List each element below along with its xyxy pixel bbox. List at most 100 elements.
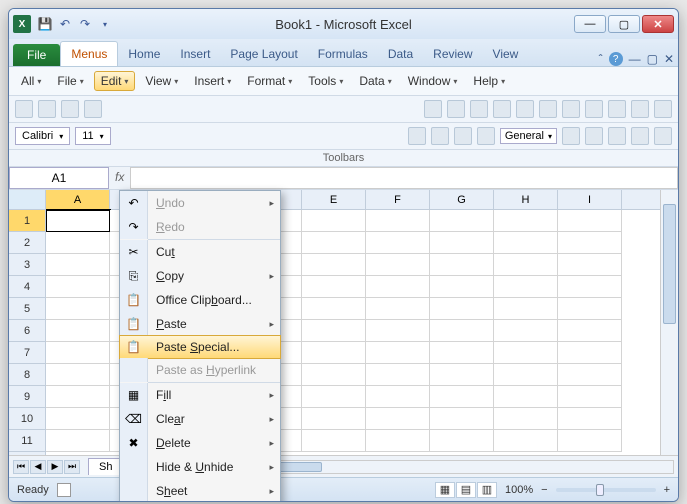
cell[interactable] <box>558 276 622 298</box>
cell[interactable] <box>430 254 494 276</box>
cell[interactable] <box>558 430 622 452</box>
cell[interactable] <box>46 210 110 232</box>
row-header[interactable]: 2 <box>9 232 45 254</box>
cell[interactable] <box>302 232 366 254</box>
save-icon[interactable]: 💾 <box>37 16 53 32</box>
prev-sheet-icon[interactable]: ◀ <box>30 460 46 474</box>
col-header[interactable]: A <box>46 190 110 209</box>
menu-item-clear[interactable]: ⌫Clear▸ <box>120 407 280 431</box>
cell[interactable] <box>46 408 110 430</box>
cell[interactable] <box>302 276 366 298</box>
row-header[interactable]: 11 <box>9 430 45 452</box>
fx-icon[interactable] <box>608 100 626 118</box>
cell[interactable] <box>494 320 558 342</box>
doc-close-icon[interactable]: ✕ <box>664 52 674 66</box>
menu-item-delete[interactable]: ✖Delete▸ <box>120 431 280 455</box>
row-header[interactable]: 5 <box>9 298 45 320</box>
menu-item-hide-unhide[interactable]: Hide & Unhide▸ <box>120 455 280 479</box>
comma-icon[interactable] <box>608 127 626 145</box>
cell[interactable] <box>494 386 558 408</box>
cell[interactable] <box>366 254 430 276</box>
tab-page-layout[interactable]: Page Layout <box>220 42 307 66</box>
cell[interactable] <box>558 210 622 232</box>
cell[interactable] <box>558 408 622 430</box>
inc-decimal-icon[interactable] <box>631 127 649 145</box>
cell[interactable] <box>366 408 430 430</box>
sort-asc-icon[interactable] <box>631 100 649 118</box>
align-center-icon[interactable] <box>431 127 449 145</box>
tb-icon[interactable] <box>447 100 465 118</box>
row-header[interactable]: 7 <box>9 342 45 364</box>
tab-menus[interactable]: Menus <box>60 41 118 66</box>
menu-item-sheet[interactable]: Sheet▸ <box>120 479 280 502</box>
cell[interactable] <box>494 276 558 298</box>
row-header[interactable]: 3 <box>9 254 45 276</box>
col-header[interactable]: H <box>494 190 558 209</box>
menu-item-copy[interactable]: ⎘Copy▸ <box>120 264 280 288</box>
doc-minimize-icon[interactable]: — <box>629 52 641 66</box>
menu-insert[interactable]: Insert▾ <box>188 71 237 91</box>
menu-file[interactable]: File▾ <box>51 71 89 91</box>
cell[interactable] <box>494 210 558 232</box>
cell[interactable] <box>302 364 366 386</box>
tab-home[interactable]: Home <box>118 42 170 66</box>
cell[interactable] <box>430 408 494 430</box>
cell[interactable] <box>46 342 110 364</box>
last-sheet-icon[interactable]: ⏭ <box>64 460 80 474</box>
cell[interactable] <box>302 320 366 342</box>
macro-record-icon[interactable] <box>57 483 71 497</box>
menu-item-paste-hyperlink[interactable]: Paste as Hyperlink <box>120 358 280 382</box>
cell[interactable] <box>366 232 430 254</box>
redo-icon[interactable]: ↷ <box>77 16 93 32</box>
menu-window[interactable]: Window▾ <box>402 71 464 91</box>
col-header[interactable]: E <box>302 190 366 209</box>
currency-icon[interactable] <box>562 127 580 145</box>
open-icon[interactable] <box>38 100 56 118</box>
tab-review[interactable]: Review <box>423 42 482 66</box>
cell[interactable] <box>46 298 110 320</box>
page-layout-view-icon[interactable]: ▤ <box>456 482 476 498</box>
row-header[interactable]: 10 <box>9 408 45 430</box>
select-all-corner[interactable] <box>9 190 45 210</box>
cell[interactable] <box>494 408 558 430</box>
menu-help[interactable]: Help▾ <box>467 71 511 91</box>
maximize-button[interactable]: ▢ <box>608 15 640 33</box>
close-button[interactable]: ✕ <box>642 15 674 33</box>
cell[interactable] <box>558 342 622 364</box>
cell[interactable] <box>366 276 430 298</box>
cell[interactable] <box>558 386 622 408</box>
row-header[interactable]: 1 <box>9 210 45 232</box>
cell[interactable] <box>302 408 366 430</box>
menu-item-office-clipboard[interactable]: 📋Office Clipboard... <box>120 288 280 312</box>
sort-desc-icon[interactable] <box>654 100 672 118</box>
zoom-in-icon[interactable]: + <box>664 484 670 496</box>
cell[interactable] <box>430 342 494 364</box>
cell[interactable] <box>430 320 494 342</box>
menu-view[interactable]: View▾ <box>139 71 184 91</box>
first-sheet-icon[interactable]: ⏮ <box>13 460 29 474</box>
minimize-button[interactable]: — <box>574 15 606 33</box>
formula-bar[interactable] <box>130 167 678 189</box>
cell[interactable] <box>494 364 558 386</box>
cell[interactable] <box>302 342 366 364</box>
row-header[interactable]: 6 <box>9 320 45 342</box>
name-box[interactable]: A1 <box>9 167 109 189</box>
format-painter-icon[interactable] <box>539 100 557 118</box>
cell[interactable] <box>558 320 622 342</box>
copy-icon[interactable] <box>493 100 511 118</box>
tb-icon[interactable] <box>424 100 442 118</box>
cell[interactable] <box>366 364 430 386</box>
cell[interactable] <box>558 298 622 320</box>
row-header[interactable]: 8 <box>9 364 45 386</box>
vertical-scrollbar[interactable] <box>660 190 678 455</box>
cell[interactable] <box>494 298 558 320</box>
menu-item-undo[interactable]: ↶Undo▸ <box>120 191 280 215</box>
cell[interactable] <box>46 430 110 452</box>
cell[interactable] <box>430 210 494 232</box>
col-header[interactable]: F <box>366 190 430 209</box>
cell[interactable] <box>46 232 110 254</box>
row-header[interactable]: 9 <box>9 386 45 408</box>
cell[interactable] <box>366 320 430 342</box>
cell[interactable] <box>46 254 110 276</box>
menu-item-cut[interactable]: ✂Cut <box>120 240 280 264</box>
